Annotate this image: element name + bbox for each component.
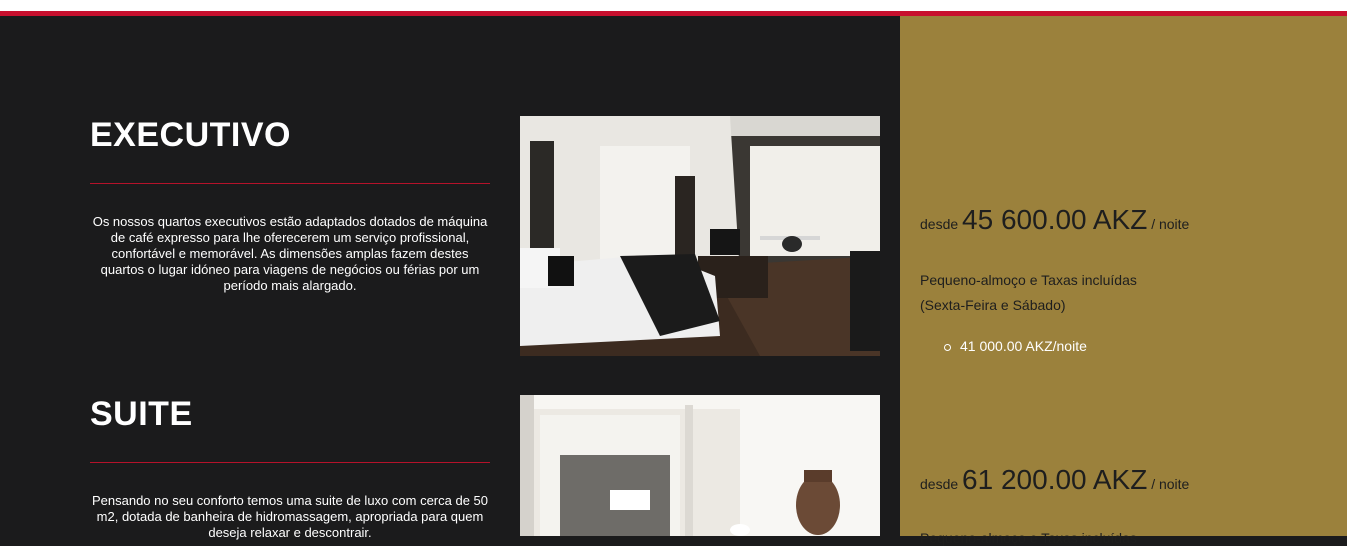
- room-photo-suite: [520, 395, 880, 536]
- included-executivo: Pequeno-almoço e Taxas incluídas: [920, 272, 1137, 288]
- list-bullet-icon: [944, 344, 951, 351]
- price-executivo: desde 45 600.00 AKZ / noite: [920, 204, 1189, 236]
- top-white-bar: [0, 0, 1347, 11]
- room-photo-executivo: [520, 116, 880, 356]
- price-prefix: desde: [920, 476, 959, 492]
- price-amount: 61 200.00 AKZ: [962, 464, 1148, 495]
- price-amount: 45 600.00 AKZ: [962, 204, 1148, 235]
- price-suffix: / noite: [1151, 216, 1190, 232]
- price-prefix: desde: [920, 216, 959, 232]
- days-executivo: (Sexta-Feira e Sábado): [920, 297, 1066, 313]
- room-divider: [90, 462, 490, 463]
- room-divider: [90, 183, 490, 184]
- room-title-suite: SUITE: [90, 395, 193, 433]
- room-title-executivo: EXECUTIVO: [90, 116, 291, 154]
- special-rate-executivo: 41 000.00 AKZ/noite: [960, 338, 1087, 354]
- price-suite: desde 61 200.00 AKZ / noite: [920, 464, 1189, 496]
- room-description-executivo: Os nossos quartos executivos estão adapt…: [92, 214, 488, 293]
- included-suite: Pequeno-almoço e Taxas incluídas: [920, 530, 1137, 546]
- price-suffix: / noite: [1151, 476, 1190, 492]
- room-description-suite: Pensando no seu conforto temos uma suite…: [91, 493, 488, 540]
